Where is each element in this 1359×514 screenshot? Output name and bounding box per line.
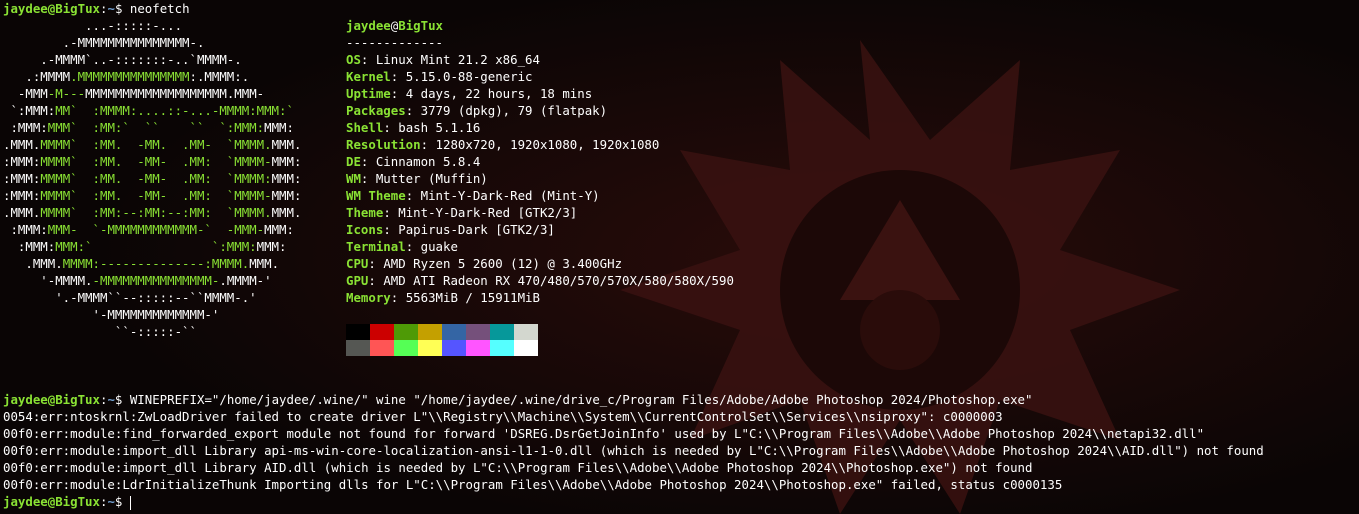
info-value: AMD ATI Radeon RX 470/480/570/570X/580/5… xyxy=(383,273,734,288)
info-row: Icons: Papirus-Dark [GTK2/3] xyxy=(346,222,555,237)
info-value: 4 days, 22 hours, 18 mins xyxy=(405,86,593,101)
logo-line: ``-:::::-`` xyxy=(3,324,197,339)
color-palette xyxy=(346,324,538,356)
palette-swatch xyxy=(466,324,490,340)
output-line: 0054:err:ntoskrnl:ZwLoadDriver failed to… xyxy=(3,409,1003,424)
info-key: CPU xyxy=(346,256,369,271)
info-value: guake xyxy=(420,239,458,254)
prompt-path: ~ xyxy=(107,1,115,16)
palette-swatch xyxy=(514,340,538,356)
info-key: Memory xyxy=(346,290,391,305)
info-row: Uptime: 4 days, 22 hours, 18 mins xyxy=(346,86,593,101)
output-line: 00f0:err:module:import_dll Library AID.d… xyxy=(3,460,1033,475)
palette-swatch xyxy=(346,324,370,340)
logo-line: '-MMMMMMMMMMMMM-' xyxy=(3,307,220,322)
info-row: GPU: AMD ATI Radeon RX 470/480/570/570X/… xyxy=(346,273,734,288)
palette-swatch xyxy=(490,340,514,356)
info-value: 5563MiB / 15911MiB xyxy=(405,290,540,305)
info-value: Papirus-Dark [GTK2/3] xyxy=(398,222,555,237)
info-value: Cinnamon 5.8.4 xyxy=(375,154,481,169)
palette-swatch xyxy=(346,340,370,356)
info-value: Mutter (Muffin) xyxy=(375,171,488,186)
info-row: Theme: Mint-Y-Dark-Red [GTK2/3] xyxy=(346,205,578,220)
output-line: 00f0:err:module:find_forwarded_export mo… xyxy=(3,426,1205,441)
info-row: OS: Linux Mint 21.2 x86_64 xyxy=(346,52,540,67)
info-key: WM Theme xyxy=(346,188,406,203)
output-line: 00f0:err:module:LdrInitializeThunk Impor… xyxy=(3,477,1063,492)
info-key: Icons xyxy=(346,222,384,237)
info-row: DE: Cinnamon 5.8.4 xyxy=(346,154,481,169)
palette-swatch xyxy=(418,324,442,340)
info-value: Linux Mint 21.2 x86_64 xyxy=(375,52,540,67)
wine-error-output: 0054:err:ntoskrnl:ZwLoadDriver failed to… xyxy=(3,408,1264,493)
palette-swatch xyxy=(442,340,466,356)
info-value: 1280x720, 1920x1080, 1920x1080 xyxy=(435,137,660,152)
prompt-user: jaydee xyxy=(3,1,48,16)
info-row: WM Theme: Mint-Y-Dark-Red (Mint-Y) xyxy=(346,188,600,203)
info-row: CPU: AMD Ryzen 5 2600 (12) @ 3.400GHz xyxy=(346,256,623,271)
info-row: Terminal: guake xyxy=(346,239,458,254)
palette-swatch xyxy=(514,324,538,340)
palette-swatch xyxy=(394,324,418,340)
info-key: Resolution xyxy=(346,137,421,152)
info-value: AMD Ryzen 5 2600 (12) @ 3.400GHz xyxy=(383,256,623,271)
palette-swatch xyxy=(490,324,514,340)
prompt-line-1: jaydee@BigTux:~$ neofetch xyxy=(3,1,190,16)
info-row: Resolution: 1280x720, 1920x1080, 1920x10… xyxy=(346,137,660,152)
info-title: jaydee@BigTux xyxy=(346,18,443,33)
neofetch-info: jaydee@BigTux ------------- OS: Linux Mi… xyxy=(346,17,734,306)
output-line: 00f0:err:module:import_dll Library api-m… xyxy=(3,443,1264,458)
palette-swatch xyxy=(466,340,490,356)
info-key: WM xyxy=(346,171,361,186)
info-row: Shell: bash 5.1.16 xyxy=(346,120,481,135)
prompt-line-2: jaydee@BigTux:~$ WINEPREFIX="/home/jayde… xyxy=(3,392,1033,407)
info-value: Mint-Y-Dark-Red [GTK2/3] xyxy=(398,205,578,220)
info-value: bash 5.1.16 xyxy=(398,120,481,135)
info-separator: ------------- xyxy=(346,35,443,50)
info-value: 5.15.0-88-generic xyxy=(405,69,533,84)
info-key: Terminal xyxy=(346,239,406,254)
info-row: Kernel: 5.15.0-88-generic xyxy=(346,69,533,84)
palette-swatch xyxy=(370,340,394,356)
info-key: DE xyxy=(346,154,361,169)
info-value: 3779 (dpkg), 79 (flatpak) xyxy=(420,103,608,118)
info-key: OS xyxy=(346,52,361,67)
prompt-line-3: jaydee@BigTux:~$ xyxy=(3,494,131,510)
info-key: Theme xyxy=(346,205,384,220)
palette-swatch xyxy=(370,324,394,340)
info-row: Memory: 5563MiB / 15911MiB xyxy=(346,290,540,305)
info-key: Shell xyxy=(346,120,384,135)
palette-swatch xyxy=(418,340,442,356)
command-text: neofetch xyxy=(129,1,190,16)
palette-swatch xyxy=(394,340,418,356)
command-text: WINEPREFIX="/home/jaydee/.wine/" wine "/… xyxy=(129,392,1033,407)
info-value: Mint-Y-Dark-Red (Mint-Y) xyxy=(420,188,600,203)
info-row: WM: Mutter (Muffin) xyxy=(346,171,488,186)
info-key: Uptime xyxy=(346,86,391,101)
info-row: Packages: 3779 (dpkg), 79 (flatpak) xyxy=(346,103,608,118)
prompt-host: BigTux xyxy=(55,1,100,16)
text-cursor xyxy=(129,495,131,510)
palette-swatch xyxy=(442,324,466,340)
info-key: Packages xyxy=(346,103,406,118)
info-key: Kernel xyxy=(346,69,391,84)
info-key: GPU xyxy=(346,273,369,288)
